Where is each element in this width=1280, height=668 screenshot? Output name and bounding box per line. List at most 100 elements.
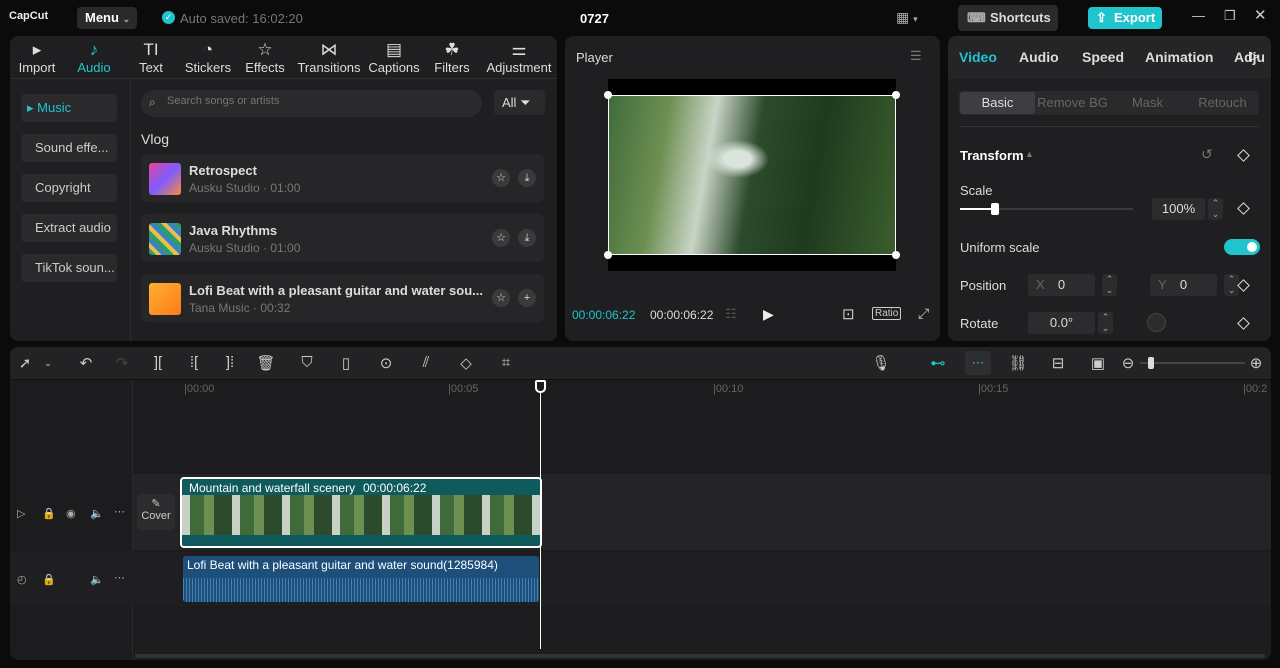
favorite-icon[interactable]: ☆ [492,169,510,187]
split-icon[interactable]: ][ [148,354,168,371]
hamburger-icon[interactable]: ☰ [910,48,922,64]
reset-icon[interactable]: ↺ [1201,146,1213,163]
close-icon[interactable]: ✕ [1254,6,1267,24]
preview-axis-icon[interactable]: ▣ [1088,354,1108,372]
favorite-icon[interactable]: ☆ [492,229,510,247]
shortcuts-button[interactable]: ⌨ Shortcuts [958,5,1058,31]
uniform-scale-toggle[interactable] [1224,239,1260,255]
favorite-icon[interactable]: ☆ [492,289,510,307]
subtab-basic[interactable]: Basic [960,92,1035,114]
video-canvas[interactable] [604,79,900,271]
audio-clip[interactable]: Lofi Beat with a pleasant guitar and wat… [183,556,539,602]
rotate-icon[interactable]: ◇ [456,354,476,372]
scale-slider[interactable] [960,203,1133,215]
fit-icon[interactable]: ⊡ [842,305,855,323]
resize-handle[interactable] [604,91,612,99]
download-icon[interactable]: ⤓ [518,169,536,187]
search-box[interactable]: ⌕ [141,90,482,117]
tab-animation[interactable]: Animation [1145,49,1213,65]
tab-effects[interactable]: ☆ Effects [243,40,287,75]
sidebar-item-tiktok-sounds[interactable]: TikTok soun... [21,254,117,282]
lock-icon[interactable]: 🔒 [42,573,56,586]
tab-filters[interactable]: ☘ Filters [432,40,472,75]
align-icon[interactable]: ⊟ [1048,354,1068,372]
resize-handle[interactable] [892,91,900,99]
main-track-magnet-icon[interactable]: ⊷ [928,354,948,372]
scale-stepper[interactable]: ⌃ ⌄ [1208,198,1223,220]
sidebar-item-copyright[interactable]: Copyright [21,174,117,202]
list-item[interactable]: Retrospect Ausku Studio · 01:00 ☆ ⤓ [141,154,544,202]
rotate-stepper[interactable]: ⌃ ⌄ [1098,312,1113,334]
scale-slider-handle[interactable] [990,203,999,215]
chevron-down-icon[interactable]: ⌄ [38,358,58,369]
more-icon[interactable]: ⋯ [114,505,125,518]
redo-icon[interactable]: ↷ [112,354,132,372]
filter-button[interactable]: All ⏷ [494,90,545,115]
resize-handle[interactable] [604,251,612,259]
playhead-handle[interactable] [535,380,546,393]
video-clip[interactable]: Mountain and waterfall scenery 00:00:06:… [180,477,542,548]
rotate-input[interactable]: 0.0° [1028,312,1095,334]
marker-icon[interactable]: ⛉ [297,354,317,371]
subtab-retouch[interactable]: Retouch [1185,92,1260,114]
volume-icon[interactable]: 🔈 [90,573,104,586]
restore-icon[interactable]: ❐ [1224,8,1236,24]
tab-video[interactable]: Video [959,49,997,65]
undo-icon[interactable]: ↶ [76,354,96,372]
subtab-mask[interactable]: Mask [1110,92,1185,114]
crop-icon[interactable]: ⌗ [496,354,516,371]
select-tool-icon[interactable]: ➚ [15,354,35,372]
delete-icon[interactable]: 🗑 [256,354,276,372]
microphone-icon[interactable]: 🎙 [871,354,891,372]
scale-input[interactable]: 100% [1152,198,1205,220]
list-item[interactable]: Java Rhythms Ausku Studio · 01:00 ☆ ⤓ [141,214,544,262]
sidebar-item-music[interactable]: ▸ Music [21,94,117,122]
download-icon[interactable]: ⤓ [518,229,536,247]
eye-icon[interactable]: ◉ [66,507,76,520]
tab-speed[interactable]: Speed [1082,49,1124,65]
lock-icon[interactable]: 🔒 [42,507,56,520]
playhead[interactable] [540,381,541,649]
timeline-grid-icon[interactable]: ☷ [725,306,737,322]
horizontal-scrollbar[interactable] [135,654,1265,658]
zoom-slider-handle[interactable] [1148,357,1154,369]
rotate-dial[interactable] [1147,313,1166,332]
list-item[interactable]: Lofi Beat with a pleasant guitar and wat… [141,274,544,322]
zoom-slider[interactable] [1140,357,1245,369]
reverse-icon[interactable]: ⊙ [376,354,396,372]
minimize-icon[interactable]: — [1192,8,1205,23]
position-x-stepper[interactable]: ⌃ ⌄ [1102,274,1117,296]
layout-icon[interactable]: ▦ ▾ [896,9,918,26]
auto-snap-icon[interactable]: ⋯ [965,351,991,375]
search-input[interactable] [167,95,467,107]
resize-handle[interactable] [892,251,900,259]
position-y-input[interactable]: Y0 [1150,274,1217,296]
volume-icon[interactable]: 🔈 [90,507,104,520]
ratio-button[interactable]: Ratio [872,307,902,320]
sidebar-item-extract-audio[interactable]: Extract audio [21,214,117,242]
sidebar-item-sound-effects[interactable]: Sound effe... [21,134,117,162]
tab-adjustment[interactable]: ⚌ Adjustment [484,40,554,75]
play-icon[interactable]: ▶ [763,306,774,323]
tab-captions[interactable]: ▤ Captions [367,40,421,75]
fullscreen-icon[interactable]: ⤢ [918,305,929,322]
tab-text[interactable]: TI Text [131,40,171,75]
split-left-icon[interactable]: ⁞[ [184,354,204,371]
menu-button[interactable]: Menu ⌄ [77,7,137,29]
selection-box[interactable] [608,95,896,255]
more-icon[interactable]: ⋯ [114,571,125,584]
tab-audio[interactable]: ♪ Audio [72,40,116,75]
add-icon[interactable]: + [518,289,536,307]
tab-import[interactable]: ▸ Import [14,40,60,75]
zoom-in-icon[interactable]: ⊕ [1246,354,1266,372]
tab-stickers[interactable]: ◔ Stickers [182,40,234,75]
collapse-icon[interactable]: ▲ [1025,149,1034,159]
tab-transitions[interactable]: ⋈ Transitions [296,40,362,75]
tab-audio-settings[interactable]: Audio [1019,49,1059,65]
more-tabs-icon[interactable]: ▷ [1249,48,1259,64]
cover-button[interactable]: ✎ Cover [137,494,175,530]
link-icon[interactable]: ⛓ [1008,354,1028,372]
split-right-icon[interactable]: ]⁞ [220,354,240,371]
zoom-out-icon[interactable]: ⊖ [1118,354,1138,372]
subtab-remove-bg[interactable]: Remove BG [1035,92,1110,114]
